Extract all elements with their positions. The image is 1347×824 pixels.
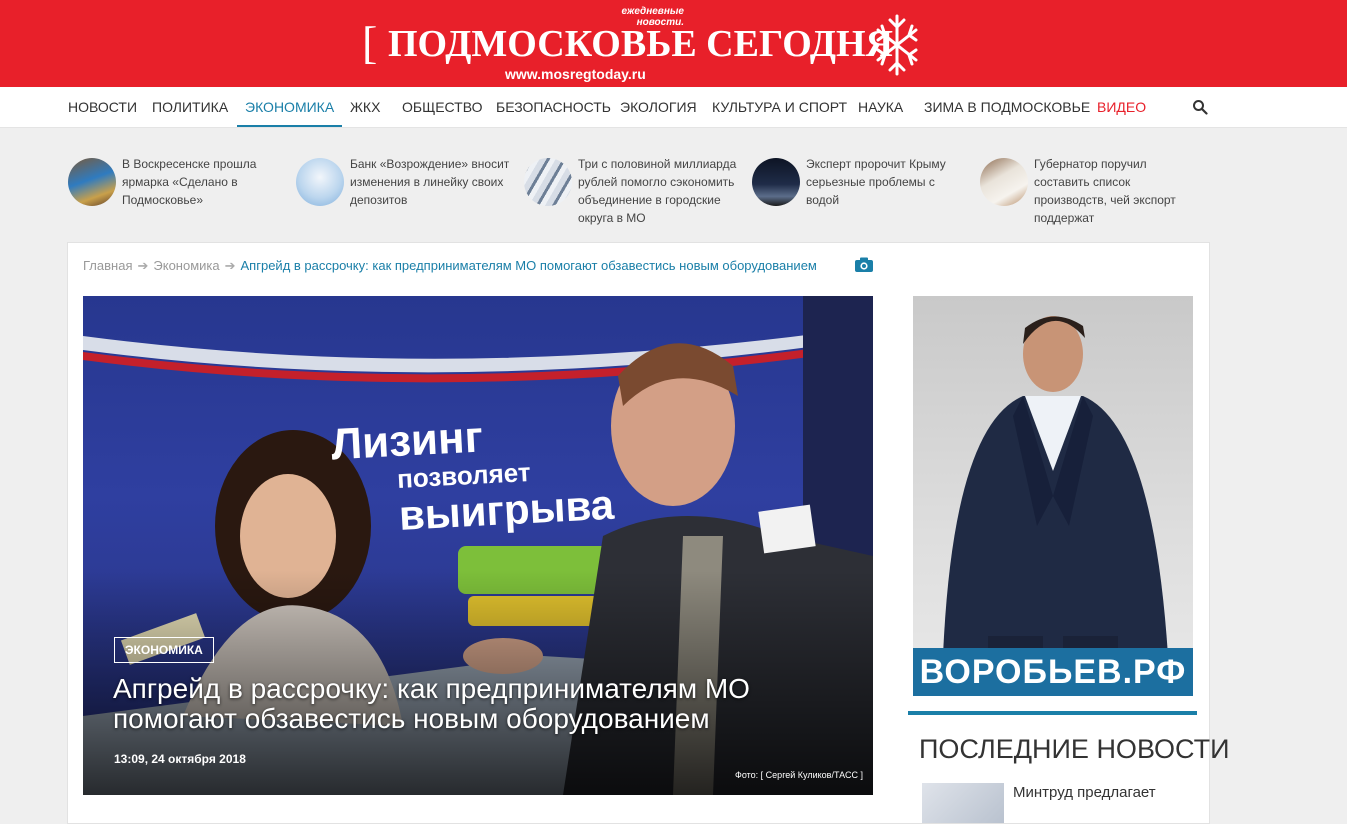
logo-bracket: [ bbox=[362, 17, 378, 68]
nav-item-ecology[interactable]: ЭКОЛОГИЯ bbox=[620, 87, 697, 127]
sidebar-ad-banner[interactable] bbox=[913, 296, 1193, 696]
ad-portrait bbox=[943, 316, 1168, 696]
site-header: [ ПОДМОСКОВЬЕ СЕГОДНЯ ежедневные новости… bbox=[0, 0, 1347, 87]
nav-item-housing[interactable]: ЖКХ bbox=[350, 87, 380, 127]
related-news-thumbnail[interactable] bbox=[68, 158, 116, 206]
nav-item-politics[interactable]: ПОЛИТИКА bbox=[152, 87, 228, 127]
nav-item-culture-sport[interactable]: КУЛЬТУРА И СПОРТ bbox=[712, 87, 847, 127]
search-icon[interactable] bbox=[1192, 99, 1208, 115]
nav-item-news[interactable]: НОВОСТИ bbox=[68, 87, 137, 127]
arrow-right-icon: ➔ bbox=[224, 258, 236, 273]
camera-icon[interactable] bbox=[855, 257, 873, 272]
ad-label[interactable]: ВОРОБЬЕВ.РФ bbox=[913, 648, 1193, 696]
arrow-right-icon: ➔ bbox=[137, 258, 149, 273]
site-url[interactable]: www.mosregtoday.ru bbox=[505, 66, 646, 82]
nav-item-video[interactable]: ВИДЕО bbox=[1097, 87, 1146, 127]
breadcrumb: Главная ➔ Экономика ➔ Апгрейд в рассрочку: к… bbox=[83, 258, 817, 274]
related-news-title[interactable]: Губернатор поручил составить список прои… bbox=[1034, 155, 1194, 227]
nav-item-science[interactable]: НАУКА bbox=[858, 87, 903, 127]
snowflake-icon bbox=[876, 14, 918, 76]
related-news-thumbnail[interactable] bbox=[980, 158, 1028, 206]
latest-news-thumbnail[interactable] bbox=[922, 783, 1004, 823]
related-news-thumbnail[interactable] bbox=[296, 158, 344, 206]
related-news-title[interactable]: В Воскресенске прошла ярмарка «Сделано в… bbox=[122, 155, 282, 209]
article-title[interactable]: Апгрейд в рассрочку: как предпринимателя… bbox=[113, 674, 813, 734]
nav-item-security[interactable]: БЕЗОПАСНОСТЬ bbox=[496, 87, 611, 127]
nav-item-winter[interactable]: ЗИМА В ПОДМОСКОВЬЕ bbox=[924, 87, 1090, 127]
latest-news-title[interactable]: Минтруд предлагает bbox=[1013, 783, 1193, 803]
breadcrumb-home[interactable]: Главная bbox=[83, 258, 132, 273]
category-badge[interactable]: ЭКОНОМИКА bbox=[114, 637, 214, 663]
related-news-title[interactable]: Эксперт пророчит Крыму серьезные проблем… bbox=[806, 155, 966, 209]
nav-item-society[interactable]: ОБЩЕСТВО bbox=[402, 87, 483, 127]
related-news-thumbnail[interactable] bbox=[752, 158, 800, 206]
hero-banner-text: Лизинг позволяет выигрыва bbox=[330, 409, 615, 541]
nav-item-economy[interactable]: ЭКОНОМИКА bbox=[236, 87, 343, 127]
section-divider bbox=[908, 711, 1197, 715]
site-logo-title[interactable]: ПОДМОСКОВЬЕ СЕГОДНЯ bbox=[388, 24, 893, 64]
photo-credit: Фото: [ Сергей Куликов/ТАСС ] bbox=[735, 770, 863, 780]
latest-news-heading: ПОСЛЕДНИЕ НОВОСТИ bbox=[919, 734, 1230, 764]
logo-tagline: ежедневные новости. bbox=[621, 6, 684, 28]
related-news-title[interactable]: Три с половиной миллиарда рублей помогло… bbox=[578, 155, 738, 227]
breadcrumb-section[interactable]: Экономика bbox=[153, 258, 219, 273]
main-nav: НОВОСТИ ПОЛИТИКА ЭКОНОМИКА ЖКХ ОБЩЕСТВО … bbox=[0, 87, 1347, 128]
breadcrumb-current: Апгрейд в рассрочку: как предпринимателя… bbox=[240, 258, 817, 273]
related-news-thumbnail[interactable] bbox=[524, 158, 572, 206]
related-news-title[interactable]: Банк «Возрождение» вносит изменения в ли… bbox=[350, 155, 510, 209]
article-date: 13:09, 24 октября 2018 bbox=[114, 752, 246, 766]
